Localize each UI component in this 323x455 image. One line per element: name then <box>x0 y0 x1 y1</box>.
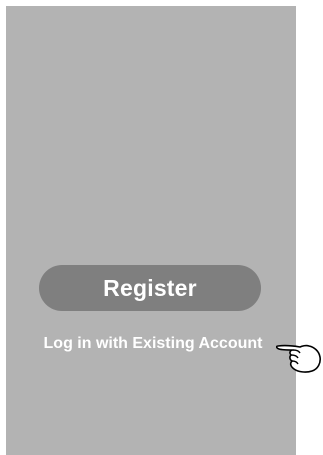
register-button[interactable]: Register <box>39 265 261 311</box>
phone-screen: Register Log in with Existing Account <box>6 6 296 455</box>
page: Register Log in with Existing Account <box>0 0 323 455</box>
pointing-hand-icon <box>276 344 321 373</box>
login-with-existing-account-link[interactable]: Log in with Existing Account <box>6 335 296 353</box>
